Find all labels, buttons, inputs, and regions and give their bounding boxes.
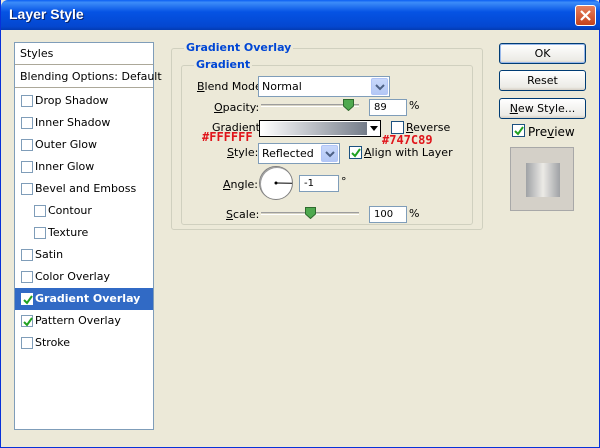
style-item-pattern-overlay[interactable]: Pattern Overlay	[15, 310, 153, 332]
checkbox[interactable]	[21, 293, 33, 305]
styles-list: Styles Blending Options: Default Drop Sh…	[14, 42, 162, 430]
checkbox[interactable]	[21, 95, 33, 107]
close-button[interactable]	[575, 5, 596, 26]
scale-input[interactable]: 100	[369, 206, 407, 223]
style-item-contour[interactable]: Contour	[15, 200, 153, 222]
style-item-color-overlay[interactable]: Color Overlay	[15, 266, 153, 288]
checkbox[interactable]	[21, 117, 33, 129]
checkmark-icon	[23, 317, 33, 327]
checkbox[interactable]	[21, 139, 33, 151]
reset-button[interactable]: Reset	[499, 70, 586, 91]
style-preview	[510, 147, 574, 211]
chevron-down-icon[interactable]	[321, 145, 338, 162]
style-item-drop-shadow[interactable]: Drop Shadow	[15, 90, 153, 112]
style-value: Reflected	[262, 147, 314, 160]
angle-input[interactable]: -1	[299, 175, 339, 192]
blend-mode-value: Normal	[262, 80, 302, 93]
style-item-bevel-emboss[interactable]: Bevel and Emboss	[15, 178, 153, 200]
opacity-label: Opacity:	[214, 101, 260, 114]
style-item-outer-glow[interactable]: Outer Glow	[15, 134, 153, 156]
scale-unit: %	[409, 207, 420, 220]
blend-mode-label: Blend Mode:	[197, 80, 266, 93]
styles-header[interactable]: Styles	[15, 43, 153, 65]
align-with-layer-label: Align with Layer	[364, 146, 453, 159]
style-item-inner-glow[interactable]: Inner Glow	[15, 156, 153, 178]
annotation-white: #FFFFFF	[202, 130, 253, 144]
checkbox[interactable]	[21, 271, 33, 283]
group-title: Gradient Overlay	[184, 41, 294, 54]
checkbox[interactable]	[21, 183, 33, 195]
angle-label: Angle:	[223, 178, 259, 191]
style-item-texture[interactable]: Texture	[15, 222, 153, 244]
opacity-input[interactable]: 89	[369, 99, 407, 116]
subgroup-title: Gradient	[194, 58, 253, 71]
style-item-inner-shadow[interactable]: Inner Shadow	[15, 112, 153, 134]
scale-label: Scale:	[226, 208, 260, 221]
gradient-preview[interactable]	[261, 122, 367, 135]
angle-dial[interactable]	[259, 166, 293, 200]
style-item-stroke[interactable]: Stroke	[15, 332, 153, 354]
align-with-layer-checkbox[interactable]	[349, 146, 362, 159]
checkbox[interactable]	[21, 337, 33, 349]
checkbox[interactable]	[21, 161, 33, 173]
angle-unit: °	[341, 175, 347, 188]
close-icon	[580, 10, 591, 21]
checkmark-icon	[23, 295, 33, 305]
gradient-dropdown-icon[interactable]	[370, 126, 378, 131]
ok-button[interactable]: OK	[499, 43, 586, 64]
title-bar[interactable]: Layer Style	[1, 0, 600, 30]
checkbox[interactable]	[34, 205, 46, 217]
layer-style-dialog: Layer Style Styles Blending Options: Def…	[0, 0, 600, 448]
checkbox[interactable]	[21, 315, 33, 327]
style-item-gradient-overlay[interactable]: Gradient Overlay	[15, 288, 153, 310]
checkbox[interactable]	[34, 227, 46, 239]
preview-swatch	[526, 163, 560, 197]
scale-slider-thumb[interactable]	[305, 207, 316, 219]
opacity-slider-thumb[interactable]	[343, 99, 354, 111]
style-select[interactable]: Reflected	[258, 143, 340, 164]
checkbox[interactable]	[21, 249, 33, 261]
preview-checkbox[interactable]	[512, 124, 525, 137]
style-item-satin[interactable]: Satin	[15, 244, 153, 266]
blend-mode-select[interactable]: Normal	[258, 76, 390, 97]
style-label: Style:	[227, 146, 259, 159]
preview-label: Preview	[528, 125, 575, 139]
annotation-gray: #747C89	[382, 133, 433, 147]
window-title: Layer Style	[9, 6, 84, 22]
checkmark-icon	[351, 148, 361, 158]
angle-indicator	[274, 181, 293, 185]
blending-options[interactable]: Blending Options: Default	[15, 66, 162, 88]
chevron-down-icon[interactable]	[371, 78, 388, 95]
checkmark-icon	[514, 126, 524, 136]
opacity-unit: %	[409, 99, 420, 112]
new-style-button[interactable]: New Style...	[499, 98, 586, 119]
gradient-picker[interactable]	[259, 120, 381, 137]
